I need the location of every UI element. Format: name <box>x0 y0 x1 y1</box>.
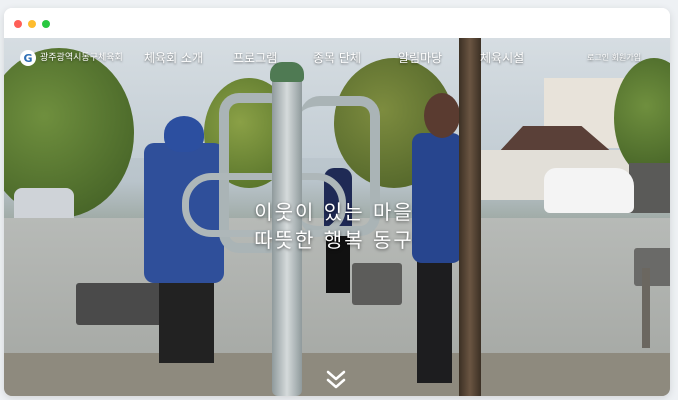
person-head <box>424 93 460 138</box>
nav-item-programs[interactable]: 프로그램 <box>233 49 277 66</box>
nav-item-facilities[interactable]: 체육시설 <box>480 49 524 66</box>
hero-headline: 이웃이 있는 마을 따뜻한 행복 동구 <box>204 198 464 254</box>
nav-item-about[interactable]: 체육회 소개 <box>144 49 203 66</box>
browser-window: G 광주광역시동구체육회 체육회 소개 프로그램 종목 단체 알림마당 체육시설… <box>4 8 670 396</box>
double-chevron-down-icon[interactable] <box>324 368 348 392</box>
stone-wall <box>629 163 670 213</box>
site-logo[interactable]: G 광주광역시동구체육회 <box>20 50 123 66</box>
rock <box>634 248 670 286</box>
top-navigation: G 광주광역시동구체육회 체육회 소개 프로그램 종목 단체 알림마당 체육시설… <box>4 38 670 78</box>
minimize-icon[interactable] <box>28 20 36 28</box>
person-head <box>164 116 204 152</box>
hero-banner: G 광주광역시동구체육회 체육회 소개 프로그램 종목 단체 알림마당 체육시설… <box>4 38 670 396</box>
close-icon[interactable] <box>14 20 22 28</box>
nav-item-sports-groups[interactable]: 종목 단체 <box>313 49 361 66</box>
logo-mark-icon: G <box>20 50 36 66</box>
maximize-icon[interactable] <box>42 20 50 28</box>
login-signup-link[interactable]: 로그인 회원가입 <box>587 52 641 63</box>
person-legs <box>159 273 214 363</box>
hero-headline-line1: 이웃이 있는 마을 <box>254 200 414 224</box>
hero-headline-line2: 따뜻한 행복 동구 <box>254 228 414 252</box>
logo-text: 광주광역시동구체육회 <box>40 52 123 63</box>
car <box>544 168 634 213</box>
fence-post <box>642 268 650 348</box>
nav-item-notices[interactable]: 알림마당 <box>398 49 442 66</box>
person-legs <box>417 253 452 383</box>
window-titlebar <box>4 8 670 38</box>
rock <box>352 263 402 305</box>
